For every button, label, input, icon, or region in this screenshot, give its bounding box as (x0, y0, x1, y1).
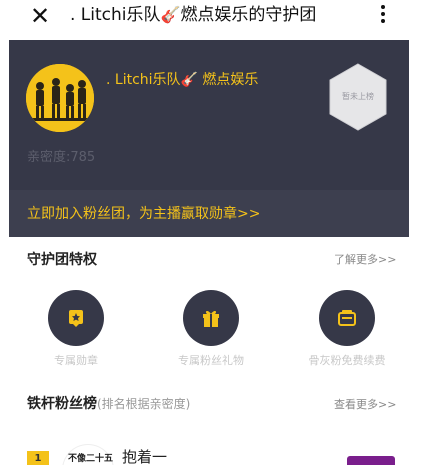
privilege-item-renewal[interactable]: 骨灰粉免费续费 (292, 290, 402, 368)
privilege-label: 专属勋章 (54, 354, 98, 367)
rank-number-badge: 1 (27, 451, 49, 465)
fan-name: 抱着一 (122, 448, 168, 465)
medal-icon (69, 310, 83, 327)
ranking-row[interactable]: 1 不像二十五 抱着一 (0, 440, 421, 465)
ranking-title-text: 铁杆粉丝榜 (27, 396, 97, 412)
page-title-name: . Litchi乐队 (70, 5, 161, 25)
gift-icon (203, 310, 219, 327)
privileges-title: 守护团特权 (27, 252, 97, 268)
page-title: . Litchi乐队🎸燃点娱乐的守护团 (70, 4, 316, 26)
privilege-icon-button[interactable] (183, 290, 239, 346)
fan-level-badge (347, 456, 395, 465)
privilege-icon-button[interactable] (319, 290, 375, 346)
privilege-label: 骨灰粉免费续费 (308, 354, 386, 367)
privilege-item-medal[interactable]: 专属勋章 (21, 290, 131, 368)
guitar-icon: 🎸 (160, 5, 181, 24)
privileges-more-link[interactable]: 了解更多>> (334, 253, 396, 267)
band-silhouette-icon (26, 64, 94, 132)
ranking-title: 铁杆粉丝榜(排名根据亲密度) (27, 395, 190, 413)
fan-avatar-text: 不像二十五 (68, 454, 114, 464)
privilege-icon-button[interactable] (48, 290, 104, 346)
anchor-avatar[interactable] (26, 64, 94, 132)
intimacy-value: 785 (70, 150, 96, 165)
join-fan-club-link[interactable]: 立即加入粉丝团，为主播赢取勋章>> (27, 205, 260, 223)
ranking-subtitle: (排名根据亲密度) (97, 397, 191, 411)
more-options-icon[interactable] (377, 2, 389, 30)
anchor-name: . Litchi乐队🎸 燃点娱乐 (106, 71, 258, 89)
close-icon[interactable]: ✕ (26, 2, 54, 32)
rank-hexagon-badge: 暂未上榜 (327, 62, 389, 132)
intimacy-score: 亲密度:785 (27, 150, 95, 166)
privilege-label: 专属粉丝礼物 (178, 354, 244, 367)
top-bar: ✕ . Litchi乐队🎸燃点娱乐的守护团 (0, 0, 421, 40)
anchor-name-suffix: 燃点娱乐 (197, 72, 259, 88)
anchor-header-card: . Litchi乐队🎸 燃点娱乐 暂未上榜 亲密度:785 立即加入粉丝团，为主… (9, 40, 409, 237)
guitar-icon: 🎸 (180, 72, 198, 88)
ranking-more-link[interactable]: 查看更多>> (334, 398, 396, 412)
ticket-icon (338, 310, 356, 326)
join-fan-club-banner[interactable]: 立即加入粉丝团，为主播赢取勋章>> (9, 190, 409, 237)
privilege-item-gift[interactable]: 专属粉丝礼物 (156, 290, 266, 368)
intimacy-label: 亲密度: (27, 150, 71, 165)
page-title-suffix: 燃点娱乐的守护团 (180, 5, 317, 25)
anchor-name-text: . Litchi乐队 (106, 72, 181, 88)
rank-status-label: 暂未上榜 (342, 92, 374, 101)
